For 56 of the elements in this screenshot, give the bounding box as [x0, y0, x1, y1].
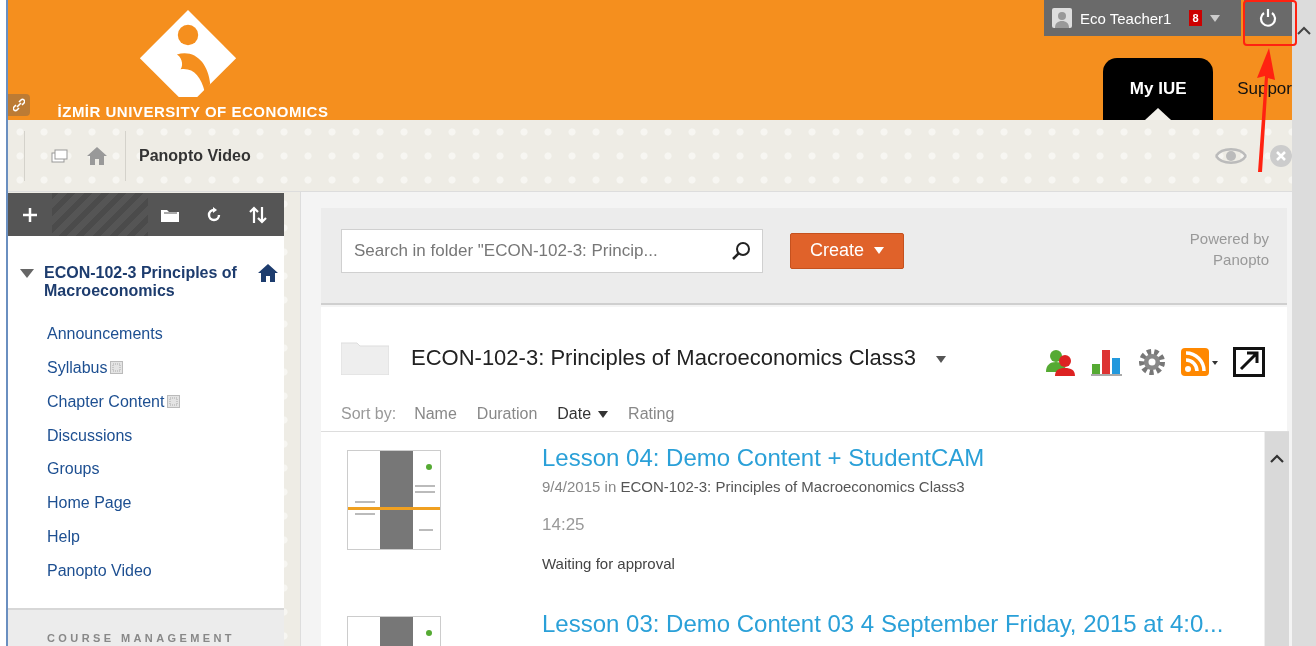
caret-icon	[1209, 14, 1220, 22]
scroll-up-icon[interactable]	[1270, 454, 1284, 463]
scroll-up-icon[interactable]	[1297, 26, 1311, 35]
plus-icon	[23, 207, 37, 222]
folder-icon	[341, 341, 389, 375]
sort-option[interactable]: Name	[414, 405, 457, 423]
nav-tab[interactable]: My IUE	[1103, 58, 1214, 120]
course-menu-link[interactable]: Home Page	[8, 486, 284, 521]
dropdown-caret-icon	[935, 356, 946, 363]
open-external-icon[interactable]	[1233, 347, 1265, 377]
powered-by-text: Powered by Panopto	[1188, 228, 1269, 270]
user-name: Eco Teacher1	[1080, 9, 1172, 27]
home-icon[interactable]	[258, 264, 278, 282]
avatar-icon	[1052, 8, 1072, 28]
rss-icon[interactable]	[1181, 348, 1219, 376]
folder-title: ECON-102-3: Principles of Macroeconomics Class3	[411, 345, 916, 371]
course-menu-link[interactable]: Chapter Content	[8, 384, 284, 419]
users-icon[interactable]	[1045, 348, 1077, 376]
course-menu-link[interactable]: Groups	[8, 452, 284, 487]
page-title: Panopto Video	[139, 146, 252, 165]
logout-button[interactable]	[1244, 0, 1292, 36]
course-menu-link[interactable]: Announcements	[8, 317, 284, 351]
slide-thumbnail[interactable]	[347, 450, 441, 550]
user-menu[interactable]: Eco Teacher1 8	[1044, 0, 1241, 36]
notification-count: 8	[1189, 10, 1202, 26]
course-menu-link[interactable]: Panopto Video	[8, 554, 284, 588]
create-button[interactable]: Create	[790, 232, 904, 269]
course-menu-link[interactable]: Discussions	[8, 418, 284, 453]
session-meta: 9/4/2015 in ECON-102-3: Principles of Macroeconomics Class3	[542, 478, 966, 495]
sort-option[interactable]: Duration	[476, 405, 538, 423]
session-duration: 14:25	[542, 515, 586, 535]
highlight-frame	[1243, 0, 1297, 46]
course-menu-link[interactable]: Help	[8, 520, 284, 555]
course-title[interactable]: ECON-102-3 Principles of Macroeconomics	[44, 264, 258, 300]
sort-caret-icon	[598, 410, 609, 418]
scrollbar[interactable]	[1264, 432, 1289, 646]
add-button[interactable]	[8, 193, 52, 236]
page-scrollbar[interactable]	[1292, 0, 1316, 646]
sort-option[interactable]: Rating	[628, 405, 675, 423]
bar-chart-icon[interactable]	[1091, 348, 1123, 376]
settings-icon[interactable]	[1137, 347, 1167, 377]
university-name: İZMİR UNIVERSITY OF ECONOMICS	[56, 103, 329, 120]
sort-icon	[249, 205, 267, 224]
search-icon	[731, 240, 751, 261]
sort-label: Sort by:	[341, 405, 397, 423]
search-field[interactable]: Search in folder "ECON-102-3: Princip...	[341, 228, 763, 273]
sort-option[interactable]: Date	[557, 405, 609, 423]
power-icon	[1258, 8, 1278, 28]
course-menu-link[interactable]: Syllabus	[8, 350, 284, 385]
folder-link[interactable]: ECON-102-3: Principles of Macroeconomics Class3	[620, 478, 965, 495]
link-icon[interactable]	[8, 94, 30, 116]
section-heading: COURSE MANAGEMENT	[47, 632, 235, 644]
session-status: Waiting for approval	[542, 555, 676, 572]
refresh-icon	[206, 206, 222, 223]
caret-icon	[874, 247, 884, 254]
expand-triangle-icon[interactable]	[20, 269, 34, 278]
